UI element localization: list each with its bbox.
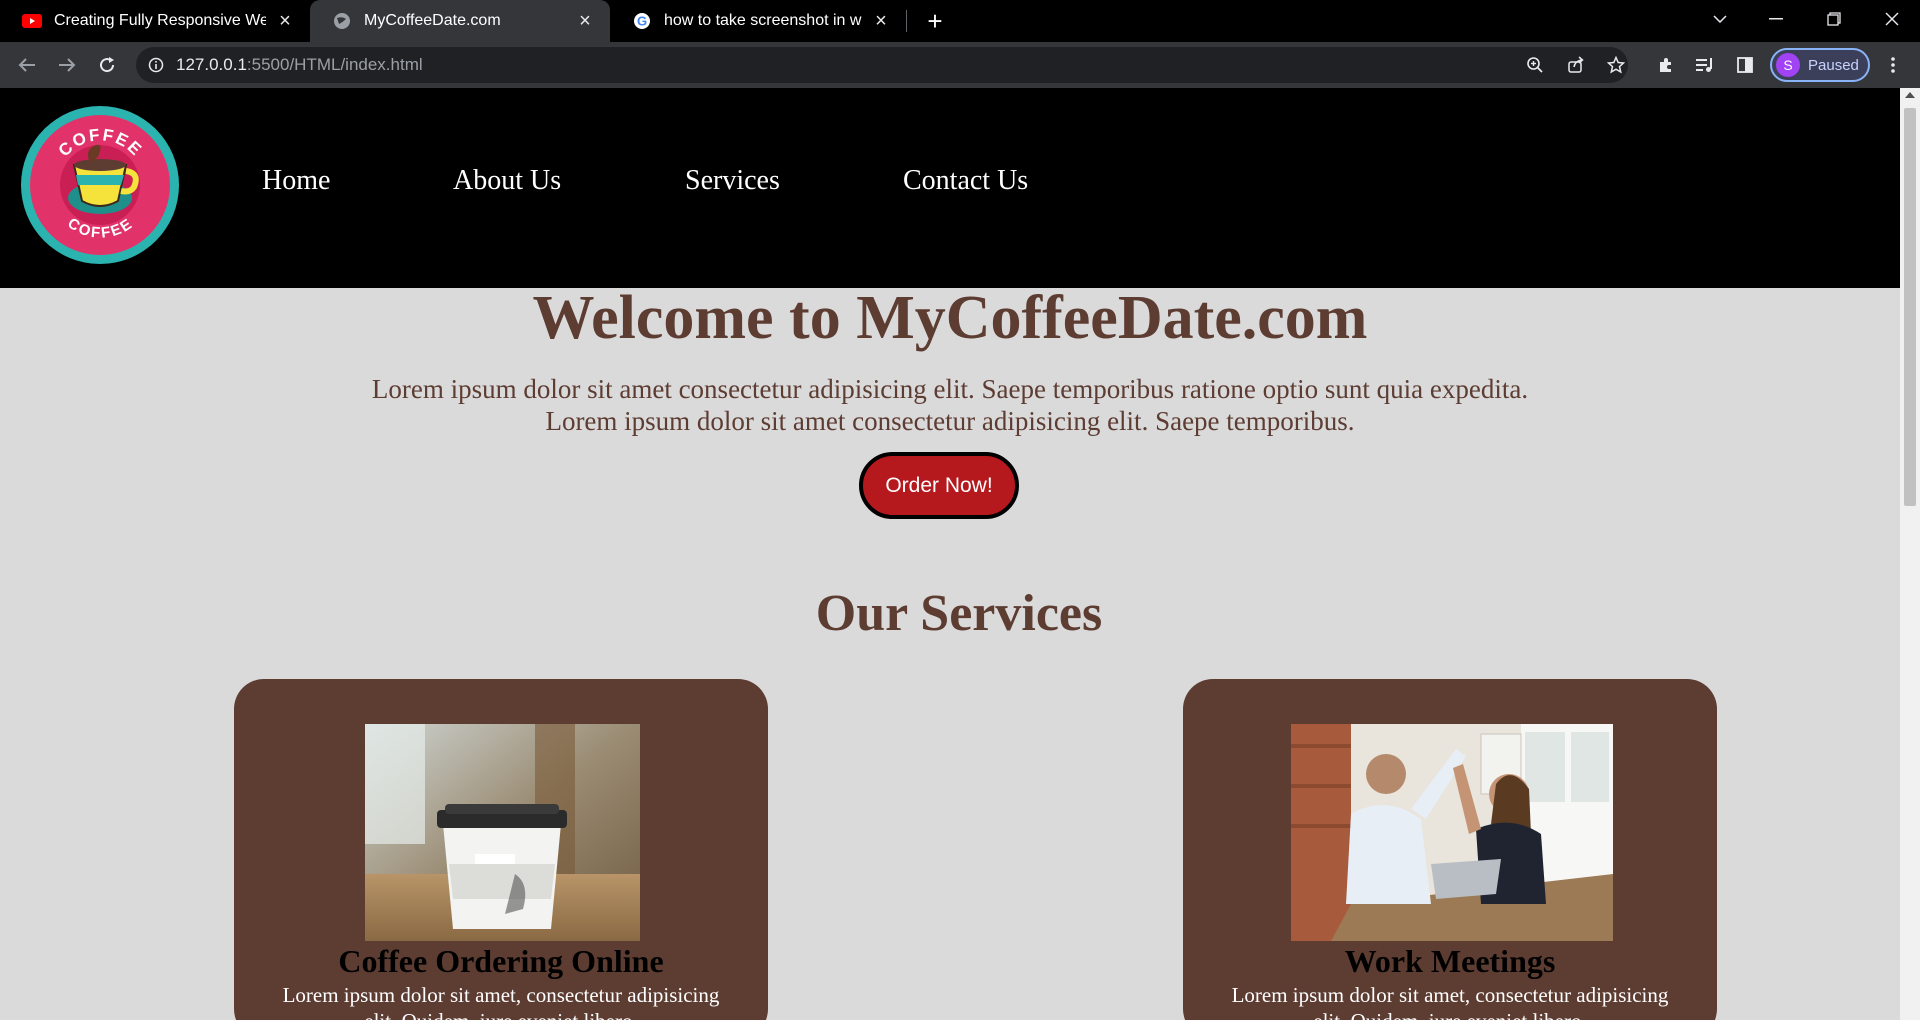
site-info-icon[interactable]: [136, 57, 176, 73]
coffee-logo[interactable]: COFFEE COFFEE: [18, 105, 183, 265]
order-now-button[interactable]: Order Now!: [859, 452, 1019, 519]
bookmark-star-icon[interactable]: [1601, 50, 1631, 80]
nav-about-us[interactable]: About Us: [453, 165, 561, 197]
page-scrollbar[interactable]: [1900, 88, 1920, 1020]
card-text: Lorem ipsum dolor sit amet, consectetur …: [1231, 983, 1669, 1020]
close-tab-icon[interactable]: ×: [574, 10, 596, 32]
reload-icon[interactable]: [92, 50, 122, 80]
forward-icon[interactable]: [52, 50, 82, 80]
coffee-cup-image: [365, 724, 640, 941]
service-card-coffee-ordering[interactable]: Coffee Ordering Online Lorem ipsum dolor…: [234, 679, 768, 1020]
globe-icon: [332, 11, 352, 31]
scrollbar-thumb[interactable]: [1904, 108, 1916, 506]
nav-contact-us[interactable]: Contact Us: [903, 165, 1028, 197]
profile-button[interactable]: S Paused: [1770, 48, 1870, 82]
share-icon[interactable]: [1561, 50, 1591, 80]
hero-line-2: Lorem ipsum dolor sit amet consectetur a…: [545, 406, 1355, 436]
new-tab-button[interactable]: +: [920, 6, 950, 36]
work-meeting-image: [1291, 724, 1613, 941]
nav-home[interactable]: Home: [262, 165, 330, 197]
address-bar[interactable]: 127.0.0.1:5500/HTML/index.html: [136, 47, 1628, 83]
services-title: Our Services: [815, 585, 1103, 642]
hero-description: Lorem ipsum dolor sit amet consectetur a…: [250, 373, 1650, 437]
restore-icon[interactable]: [1806, 0, 1862, 38]
card-title: Coffee Ordering Online: [338, 943, 664, 979]
page-viewport: COFFEE COFFEE Home About Us Services Con…: [0, 88, 1900, 1020]
tab-search-icon[interactable]: [1692, 0, 1748, 38]
tab-mycoffeedate[interactable]: MyCoffeeDate.com ×: [310, 0, 610, 42]
side-panel-icon[interactable]: [1730, 50, 1760, 80]
google-icon: G: [632, 11, 652, 31]
card-title: Work Meetings: [1344, 943, 1556, 979]
profile-status: Paused: [1808, 56, 1859, 74]
close-tab-icon[interactable]: ×: [274, 10, 296, 32]
hero-title: Welcome to MyCoffeeDate.com: [532, 284, 1368, 352]
tab-separator: [906, 10, 907, 32]
avatar: S: [1776, 53, 1800, 77]
url-host: 127.0.0.1: [176, 55, 247, 74]
close-window-icon[interactable]: [1864, 0, 1920, 38]
minimize-icon[interactable]: [1748, 0, 1804, 38]
close-tab-icon[interactable]: ×: [870, 10, 892, 32]
media-controls-icon[interactable]: [1690, 50, 1720, 80]
svg-text:G: G: [637, 14, 647, 29]
extensions-icon[interactable]: [1651, 50, 1681, 80]
back-icon[interactable]: [12, 50, 42, 80]
youtube-icon: [22, 11, 42, 31]
scroll-up-arrow-icon[interactable]: [1905, 92, 1915, 98]
site-header: COFFEE COFFEE Home About Us Services Con…: [0, 88, 1900, 288]
service-card-work-meetings[interactable]: Work Meetings Lorem ipsum dolor sit amet…: [1183, 679, 1717, 1020]
tab-google-search[interactable]: G how to take screenshot in windo ×: [610, 0, 906, 42]
tab-youtube[interactable]: Creating Fully Responsive Websit ×: [0, 0, 310, 42]
browser-toolbar: 127.0.0.1:5500/HTML/index.html S Paused: [0, 42, 1920, 88]
url-path: :5500/HTML/index.html: [246, 55, 423, 74]
zoom-icon[interactable]: [1520, 50, 1550, 80]
tab-strip: Creating Fully Responsive Websit × MyCof…: [0, 0, 1920, 42]
more-menu-icon[interactable]: [1878, 50, 1908, 80]
nav-services[interactable]: Services: [685, 165, 780, 197]
hero-line-1: Lorem ipsum dolor sit amet consectetur a…: [371, 374, 1529, 404]
card-text: Lorem ipsum dolor sit amet, consectetur …: [282, 983, 720, 1020]
